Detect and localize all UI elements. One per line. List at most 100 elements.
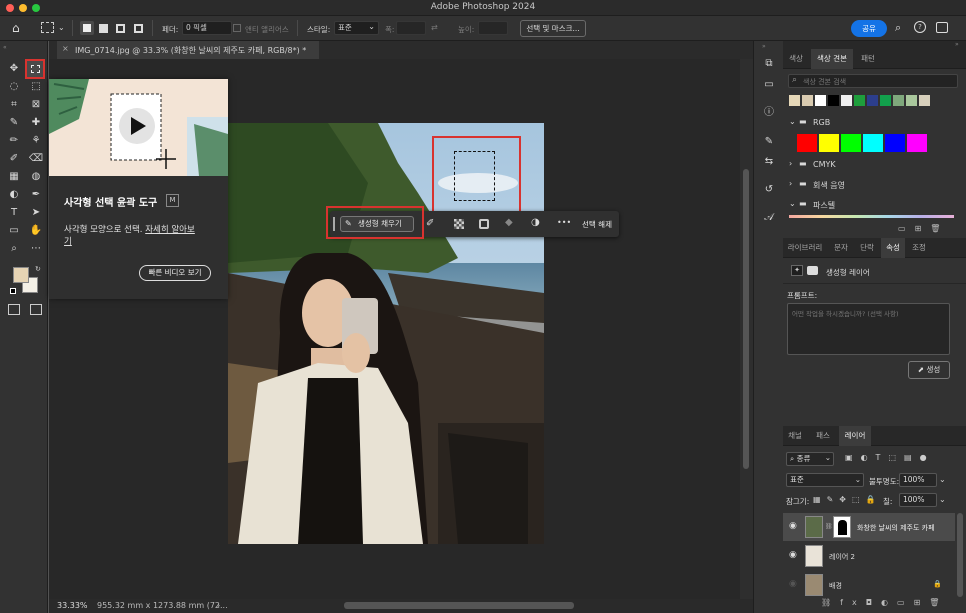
layer-row[interactable]: ◉ 배경 🔒 [783,571,955,599]
eraser-tool-icon[interactable]: ⌫ [28,151,44,167]
filter-toggle-icon[interactable]: ● [920,453,935,462]
document-tab[interactable]: × IMG_0714.jpg @ 33.3% (화창한 날씨의 제주도 카페, … [57,41,319,59]
share-button[interactable]: 공유 [851,20,887,37]
new-selection-button[interactable] [80,21,94,35]
layers-scrollbar[interactable] [957,513,963,597]
glyphs-panel-icon[interactable]: 𝒜 [761,210,777,226]
tab-patterns[interactable]: 패턴 [855,49,881,69]
color-swatch[interactable] [815,95,826,106]
prompt-textarea[interactable]: 어떤 작업을 하시겠습니까? (선택 사항) [787,303,950,355]
swap-icon[interactable]: ⇄ [431,23,438,32]
fx-icon[interactable]: fx [840,598,866,607]
color-swatch[interactable] [919,95,930,106]
color-swatch[interactable] [880,95,891,106]
tab-color[interactable]: 색상 [783,49,809,69]
link-icon[interactable]: ⛓ [825,523,833,530]
color-swatch[interactable] [797,134,817,152]
subtract-selection-icon[interactable] [116,24,125,33]
color-swatch[interactable] [906,95,917,106]
add-mask-icon[interactable]: ◘ [866,598,881,607]
healing-brush-tool-icon[interactable]: ✚ [28,115,44,131]
learn-more-link-cont[interactable]: 기 [64,237,72,247]
zoom-tool-icon[interactable]: ⌕ [6,241,22,257]
hand-tool-icon[interactable]: ✋ [28,223,44,239]
height-input[interactable] [478,21,508,35]
tab-paragraph[interactable]: 단락 [855,238,879,258]
tab-character[interactable]: 문자 [829,238,853,258]
tab-adjustments[interactable]: 조정 [907,238,931,258]
delete-icon[interactable]: 🗑 [930,224,949,233]
new-layer-icon[interactable]: ⊞ [914,598,930,607]
invert-selection-icon[interactable] [454,219,464,229]
artboard-icon[interactable]: ⬚ [852,495,866,504]
foreground-color-swatch[interactable] [13,267,29,283]
color-swatch[interactable] [789,95,800,106]
link-layers-icon[interactable]: ⛓ [821,598,840,607]
history-panel-icon[interactable]: ⧉ [761,56,777,72]
tab-layers[interactable]: 레이어 [839,426,871,446]
lock-all-icon[interactable]: 🔒 [866,495,882,504]
swatch-group-grayscale[interactable]: › ▬ 회색 음영 [789,179,959,193]
collapse-icon[interactable]: » [762,43,766,50]
lock-position-icon[interactable]: ✥ [839,495,852,504]
chevron-down-icon[interactable]: ⌄ [939,475,946,484]
opacity-input[interactable]: 100% [899,473,937,487]
layer-row[interactable]: ◉ 레이어 2 [783,542,955,570]
color-swatch[interactable] [802,95,813,106]
vertical-scrollbar[interactable] [740,59,753,599]
deselect-button[interactable]: 선택 해제 [582,219,612,230]
intersect-selection-icon[interactable] [134,24,143,33]
pen-tool-icon[interactable]: ✒ [28,187,44,203]
crop-tool-icon[interactable]: ⌗ [6,97,22,113]
screen-mode-icon[interactable] [30,304,42,315]
zoom-level[interactable]: 33.33% [57,601,88,610]
color-swatch[interactable] [841,95,852,106]
brush-tool-icon[interactable]: ✏ [6,133,22,149]
shape-filter-icon[interactable]: ⬚ [888,453,904,462]
history-brush-tool-icon[interactable]: ✐ [6,151,22,167]
learn-icon[interactable]: ? [914,21,926,33]
collapse-icon[interactable]: « [3,44,7,51]
lock-pixels-icon[interactable]: ✎ [827,495,840,504]
marquee-preset-icon[interactable] [41,22,54,33]
generate-button[interactable]: ⬈ 생성 [908,361,950,379]
pixel-filter-icon[interactable]: ▣ [845,453,861,462]
collapse-icon[interactable]: » [955,41,959,48]
path-selection-tool-icon[interactable]: ➤ [28,205,44,221]
layer-mask-thumbnail[interactable] [833,516,851,538]
color-swatch[interactable] [828,95,839,106]
marquee-selection[interactable] [454,151,495,201]
fill-input[interactable]: 100% [899,493,937,507]
adjustment-layer-icon[interactable]: ◐ [881,598,897,607]
status-chevron[interactable]: › [217,601,220,610]
blur-tool-icon[interactable]: ◍ [28,169,44,185]
home-icon[interactable]: ⌂ [12,21,20,35]
lasso-tool-icon[interactable]: ◌ [6,79,22,95]
more-tools-icon[interactable]: ⋯ [28,241,44,257]
actions-panel-icon[interactable]: ↺ [761,182,777,198]
new-group-icon[interactable]: ▭ [898,224,915,233]
swap-colors-icon[interactable]: ↻ [35,265,41,273]
more-options-icon[interactable]: ••• [557,218,571,227]
move-tool-icon[interactable]: ✥ [6,61,22,77]
color-swatch[interactable] [841,134,861,152]
color-swatch[interactable] [819,134,839,152]
color-swatch[interactable] [893,95,904,106]
learn-more-link[interactable]: 자세히 알아보 [145,225,195,235]
comments-panel-icon[interactable]: ▭ [761,77,777,93]
chevron-down-icon[interactable]: ⌄ [939,495,946,504]
color-swatch[interactable] [885,134,905,152]
tab-libraries[interactable]: 라이브러리 [783,238,827,258]
adjustment-filter-icon[interactable]: ◐ [861,453,876,462]
close-tab-icon[interactable]: × [62,44,69,53]
modify-selection-icon[interactable]: ✐ [426,218,434,229]
swatch-group-pastel[interactable]: ⌄ ▬ 파스텔 [789,199,959,213]
adjustment-icon[interactable]: ◑ [531,217,540,228]
create-mask-icon[interactable] [479,219,489,229]
color-swatch[interactable] [867,95,878,106]
tab-swatches[interactable]: 색상 견본 [811,49,853,69]
clone-stamp-tool-icon[interactable]: ⚘ [28,133,44,149]
color-swatch[interactable] [863,134,883,152]
fill-selection-icon[interactable]: ◆ [505,217,513,228]
visibility-eye-icon[interactable]: ◉ [789,579,797,589]
